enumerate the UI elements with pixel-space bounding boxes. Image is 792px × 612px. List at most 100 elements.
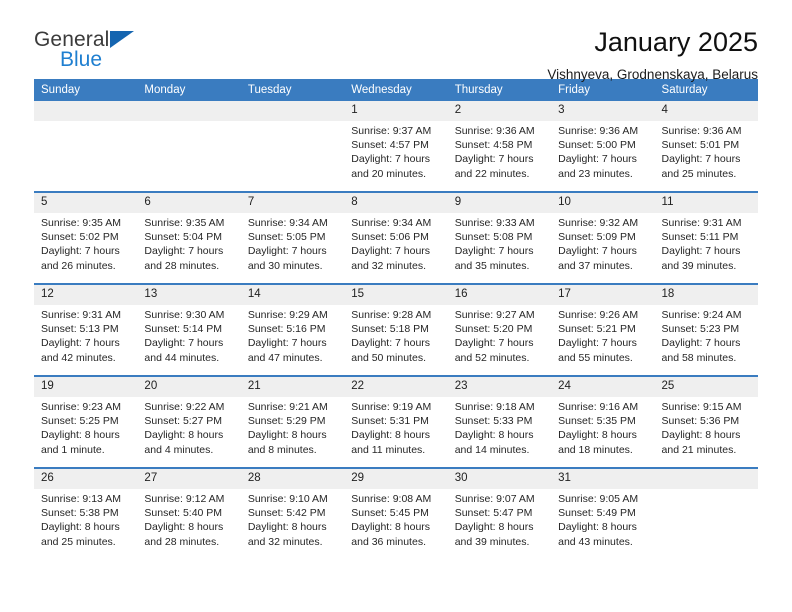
day-number: 21	[240, 377, 345, 397]
day-sun-info	[655, 489, 758, 492]
calendar-day-cell[interactable]: 11 Sunrise: 9:31 AM Sunset: 5:11 PM Dayl…	[654, 191, 758, 284]
calendar-week-row: 1 Sunrise: 9:37 AM Sunset: 4:57 PM Dayli…	[34, 101, 758, 192]
calendar-day-cell[interactable]: 6 Sunrise: 9:35 AM Sunset: 5:04 PM Dayli…	[137, 191, 241, 284]
day-sun-info: Sunrise: 9:31 AM Sunset: 5:13 PM Dayligh…	[41, 309, 121, 364]
calendar-day-cell[interactable]: 29 Sunrise: 9:08 AM Sunset: 5:45 PM Dayl…	[344, 467, 448, 559]
day-sun-info: Sunrise: 9:08 AM Sunset: 5:45 PM Dayligh…	[351, 493, 432, 548]
day-number: 25	[654, 377, 758, 397]
calendar-day-cell[interactable]: 12 Sunrise: 9:31 AM Sunset: 5:13 PM Dayl…	[34, 283, 138, 376]
day-number: 13	[137, 285, 241, 305]
calendar-day-cell[interactable]	[654, 467, 758, 559]
day-number: 8	[344, 193, 448, 213]
calendar-day-cell[interactable]	[240, 101, 345, 192]
calendar-week-row: 12 Sunrise: 9:31 AM Sunset: 5:13 PM Dayl…	[34, 283, 758, 376]
day-sun-info: Sunrise: 9:22 AM Sunset: 5:27 PM Dayligh…	[144, 401, 225, 456]
page-title: January 2025	[594, 27, 758, 57]
calendar-day-cell[interactable]: 27 Sunrise: 9:12 AM Sunset: 5:40 PM Dayl…	[137, 467, 241, 559]
calendar-day-cell[interactable]: 10 Sunrise: 9:32 AM Sunset: 5:09 PM Dayl…	[551, 191, 655, 284]
day-number: 4	[654, 101, 758, 121]
day-sun-info: Sunrise: 9:07 AM Sunset: 5:47 PM Dayligh…	[454, 493, 535, 548]
calendar-day-cell[interactable]: 21 Sunrise: 9:21 AM Sunset: 5:29 PM Dayl…	[240, 375, 345, 468]
day-sun-info: Sunrise: 9:13 AM Sunset: 5:38 PM Dayligh…	[41, 493, 121, 548]
day-sun-info: Sunrise: 9:35 AM Sunset: 5:02 PM Dayligh…	[41, 217, 121, 272]
calendar-day-cell[interactable]: 26 Sunrise: 9:13 AM Sunset: 5:38 PM Dayl…	[34, 467, 138, 559]
calendar-day-cell[interactable]: 19 Sunrise: 9:23 AM Sunset: 5:25 PM Dayl…	[34, 375, 138, 468]
calendar-day-cell[interactable]: 7 Sunrise: 9:34 AM Sunset: 5:05 PM Dayli…	[240, 191, 345, 284]
day-number: 23	[447, 377, 552, 397]
calendar-day-cell[interactable]: 30 Sunrise: 9:07 AM Sunset: 5:47 PM Dayl…	[447, 467, 552, 559]
calendar-day-cell[interactable]: 28 Sunrise: 9:10 AM Sunset: 5:42 PM Dayl…	[240, 467, 345, 559]
day-number: 6	[137, 193, 241, 213]
day-number: 16	[447, 285, 552, 305]
day-sun-info: Sunrise: 9:27 AM Sunset: 5:20 PM Dayligh…	[454, 309, 535, 364]
day-sun-info: Sunrise: 9:30 AM Sunset: 5:14 PM Dayligh…	[144, 309, 225, 364]
day-number	[654, 469, 758, 489]
calendar-day-cell[interactable]: 9 Sunrise: 9:33 AM Sunset: 5:08 PM Dayli…	[447, 191, 552, 284]
weekday-header-thursday: Thursday	[447, 79, 552, 101]
day-sun-info: Sunrise: 9:28 AM Sunset: 5:18 PM Dayligh…	[351, 309, 432, 364]
day-number: 17	[551, 285, 655, 305]
calendar-day-cell[interactable]: 2 Sunrise: 9:36 AM Sunset: 4:58 PM Dayli…	[447, 101, 552, 192]
calendar-day-cell[interactable]: 25 Sunrise: 9:15 AM Sunset: 5:36 PM Dayl…	[654, 375, 758, 468]
day-sun-info	[137, 121, 240, 124]
calendar-day-cell[interactable]: 20 Sunrise: 9:22 AM Sunset: 5:27 PM Dayl…	[137, 375, 241, 468]
day-sun-info: Sunrise: 9:29 AM Sunset: 5:16 PM Dayligh…	[247, 309, 328, 364]
day-number: 28	[240, 469, 345, 489]
weekday-header-tuesday: Tuesday	[240, 79, 345, 101]
calendar-day-cell[interactable]: 24 Sunrise: 9:16 AM Sunset: 5:35 PM Dayl…	[551, 375, 655, 468]
calendar-day-cell[interactable]: 4 Sunrise: 9:36 AM Sunset: 5:01 PM Dayli…	[654, 101, 758, 192]
day-number: 3	[551, 101, 655, 121]
day-number: 29	[344, 469, 448, 489]
day-sun-info: Sunrise: 9:37 AM Sunset: 4:57 PM Dayligh…	[351, 125, 432, 180]
calendar-day-cell[interactable]	[137, 101, 241, 192]
calendar-day-cell[interactable]: 15 Sunrise: 9:28 AM Sunset: 5:18 PM Dayl…	[344, 283, 448, 376]
day-sun-info: Sunrise: 9:32 AM Sunset: 5:09 PM Dayligh…	[558, 217, 639, 272]
calendar-day-cell[interactable]: 16 Sunrise: 9:27 AM Sunset: 5:20 PM Dayl…	[447, 283, 552, 376]
calendar-day-cell[interactable]: 8 Sunrise: 9:34 AM Sunset: 5:06 PM Dayli…	[344, 191, 448, 284]
title-block: January 2025 Vishnyeva, Grodnenskaya, Be…	[547, 26, 758, 85]
calendar-day-cell[interactable]: 17 Sunrise: 9:26 AM Sunset: 5:21 PM Dayl…	[551, 283, 655, 376]
logo-text-general: General	[34, 28, 110, 51]
day-number: 10	[551, 193, 655, 213]
day-sun-info: Sunrise: 9:33 AM Sunset: 5:08 PM Dayligh…	[454, 217, 535, 272]
day-number: 15	[344, 285, 448, 305]
day-sun-info	[34, 121, 137, 124]
calendar-body: 1 Sunrise: 9:37 AM Sunset: 4:57 PM Dayli…	[34, 101, 758, 559]
day-number: 1	[344, 101, 448, 121]
day-sun-info: Sunrise: 9:18 AM Sunset: 5:33 PM Dayligh…	[454, 401, 535, 456]
day-number: 11	[654, 193, 758, 213]
weekday-header-monday: Monday	[137, 79, 241, 101]
day-sun-info: Sunrise: 9:12 AM Sunset: 5:40 PM Dayligh…	[144, 493, 225, 548]
day-sun-info: Sunrise: 9:34 AM Sunset: 5:05 PM Dayligh…	[247, 217, 328, 272]
day-sun-info: Sunrise: 9:35 AM Sunset: 5:04 PM Dayligh…	[144, 217, 225, 272]
calendar-day-cell[interactable]: 18 Sunrise: 9:24 AM Sunset: 5:23 PM Dayl…	[654, 283, 758, 376]
day-sun-info: Sunrise: 9:19 AM Sunset: 5:31 PM Dayligh…	[351, 401, 432, 456]
calendar-day-cell[interactable]: 3 Sunrise: 9:36 AM Sunset: 5:00 PM Dayli…	[551, 101, 655, 192]
calendar-day-cell[interactable]: 22 Sunrise: 9:19 AM Sunset: 5:31 PM Dayl…	[344, 375, 448, 468]
day-sun-info: Sunrise: 9:23 AM Sunset: 5:25 PM Dayligh…	[41, 401, 121, 456]
calendar-day-cell[interactable]: 14 Sunrise: 9:29 AM Sunset: 5:16 PM Dayl…	[240, 283, 345, 376]
calendar-day-cell[interactable]: 23 Sunrise: 9:18 AM Sunset: 5:33 PM Dayl…	[447, 375, 552, 468]
day-sun-info: Sunrise: 9:26 AM Sunset: 5:21 PM Dayligh…	[558, 309, 639, 364]
day-number: 12	[34, 285, 138, 305]
page-header: General Blue January 2025 Vishnyeva, Gro…	[34, 0, 758, 82]
calendar-week-row: 5 Sunrise: 9:35 AM Sunset: 5:02 PM Dayli…	[34, 191, 758, 284]
calendar-week-row: 26 Sunrise: 9:13 AM Sunset: 5:38 PM Dayl…	[34, 467, 758, 559]
day-number	[240, 101, 345, 121]
day-sun-info: Sunrise: 9:31 AM Sunset: 5:11 PM Dayligh…	[661, 217, 742, 272]
calendar-day-cell[interactable]: 1 Sunrise: 9:37 AM Sunset: 4:57 PM Dayli…	[344, 101, 448, 192]
weekday-header-sunday: Sunday	[34, 79, 138, 101]
calendar-day-cell[interactable]: 5 Sunrise: 9:35 AM Sunset: 5:02 PM Dayli…	[34, 191, 138, 284]
calendar-week-row: 19 Sunrise: 9:23 AM Sunset: 5:25 PM Dayl…	[34, 375, 758, 468]
general-blue-logo[interactable]: General Blue	[34, 26, 174, 71]
blue-triangle-icon	[110, 31, 135, 48]
logo-text-blue: Blue	[60, 48, 103, 71]
calendar-day-cell[interactable]	[34, 101, 138, 192]
calendar-day-cell[interactable]: 31 Sunrise: 9:05 AM Sunset: 5:49 PM Dayl…	[551, 467, 655, 559]
day-number	[137, 101, 241, 121]
day-sun-info: Sunrise: 9:10 AM Sunset: 5:42 PM Dayligh…	[247, 493, 328, 548]
day-number: 31	[551, 469, 655, 489]
day-sun-info: Sunrise: 9:34 AM Sunset: 5:06 PM Dayligh…	[351, 217, 432, 272]
day-sun-info: Sunrise: 9:16 AM Sunset: 5:35 PM Dayligh…	[558, 401, 639, 456]
calendar-day-cell[interactable]: 13 Sunrise: 9:30 AM Sunset: 5:14 PM Dayl…	[137, 283, 241, 376]
